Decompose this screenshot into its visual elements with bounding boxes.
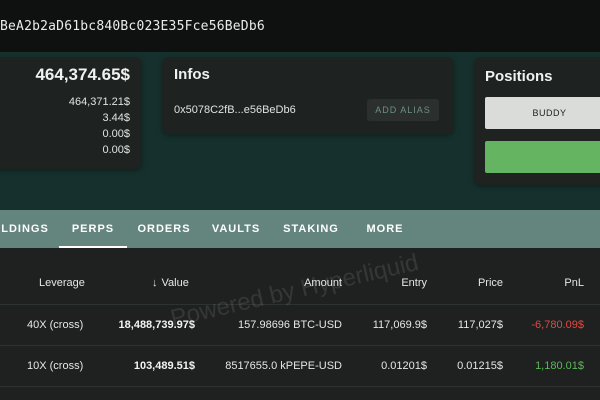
buddy-button[interactable]: BUDDY xyxy=(485,97,600,129)
col-header-amount[interactable]: Amount xyxy=(304,277,342,289)
tab-perps[interactable]: PERPS xyxy=(59,210,127,248)
tab-orders[interactable]: ORDERS xyxy=(135,210,193,248)
infos-card: Infos 0x5078C2fB...e56BeDb6 ADD ALIAS xyxy=(162,57,454,134)
tab-staking[interactable]: STAKING xyxy=(278,210,344,248)
balance-row: 464,371.21$ xyxy=(68,96,130,108)
col-header-price[interactable]: Price xyxy=(478,277,503,289)
row-divider xyxy=(0,345,600,346)
balance-row: 3.44$ xyxy=(102,112,130,124)
sort-arrow-icon: ↓ xyxy=(152,277,158,289)
add-alias-button[interactable]: ADD ALIAS xyxy=(367,99,439,121)
row1-amount: 157.98696 BTC-USD xyxy=(238,319,342,331)
wallet-address[interactable]: BeA2b2aD61bc840Bc023E35Fce56BeDb6 xyxy=(0,19,265,34)
balance-row: 0.00$ xyxy=(102,144,130,156)
col-header-entry[interactable]: Entry xyxy=(401,277,427,289)
row1-value: 18,488,739.97$ xyxy=(118,319,195,331)
long-button[interactable]: L xyxy=(485,141,600,173)
row1-entry: 117,069.9$ xyxy=(372,319,427,331)
tab-holdings[interactable]: LDINGS xyxy=(0,210,50,248)
tab-vaults[interactable]: VAULTS xyxy=(207,210,265,248)
total-balance: 464,374.65$ xyxy=(35,65,130,84)
infos-title: Infos xyxy=(174,66,210,83)
address-bar: BeA2b2aD61bc840Bc023E35Fce56BeDb6 xyxy=(0,0,600,52)
row2-leverage: 10X (cross) xyxy=(27,360,84,372)
row2-value: 103,489.51$ xyxy=(133,360,195,372)
row2-price: 0.01215$ xyxy=(457,360,503,372)
row2-pnl: 1,180.01$ xyxy=(535,360,584,372)
col-header-value[interactable]: ↓ Value xyxy=(152,277,189,289)
positions-title: Positions xyxy=(485,68,553,85)
row1-pnl: -6,780.09$ xyxy=(531,319,584,331)
positions-card: Positions BUDDY L xyxy=(474,57,600,185)
balance-card: 464,374.65$ 464,371.21$ 3.44$ 0.00$ 0.00… xyxy=(0,57,142,169)
infos-address[interactable]: 0x5078C2fB...e56BeDb6 xyxy=(174,104,296,116)
row-divider xyxy=(0,386,600,387)
balance-row: 0.00$ xyxy=(102,128,130,140)
row2-entry: 0.01201$ xyxy=(381,360,427,372)
col-header-leverage[interactable]: Leverage xyxy=(39,277,85,289)
tabs-bar: LDINGS PERPS ORDERS VAULTS STAKING MORE xyxy=(0,210,600,248)
row2-amount: 8517655.0 kPEPE-USD xyxy=(225,360,342,372)
positions-table: Leverage ↓ Value Amount Entry Price PnL 4… xyxy=(0,248,600,400)
row1-price: 117,027$ xyxy=(457,319,503,331)
col-header-value-label: Value xyxy=(161,277,189,289)
tab-more[interactable]: MORE xyxy=(359,210,411,248)
row-divider xyxy=(0,304,600,305)
row1-leverage: 40X (cross) xyxy=(27,319,84,331)
col-header-pnl[interactable]: PnL xyxy=(564,277,584,289)
